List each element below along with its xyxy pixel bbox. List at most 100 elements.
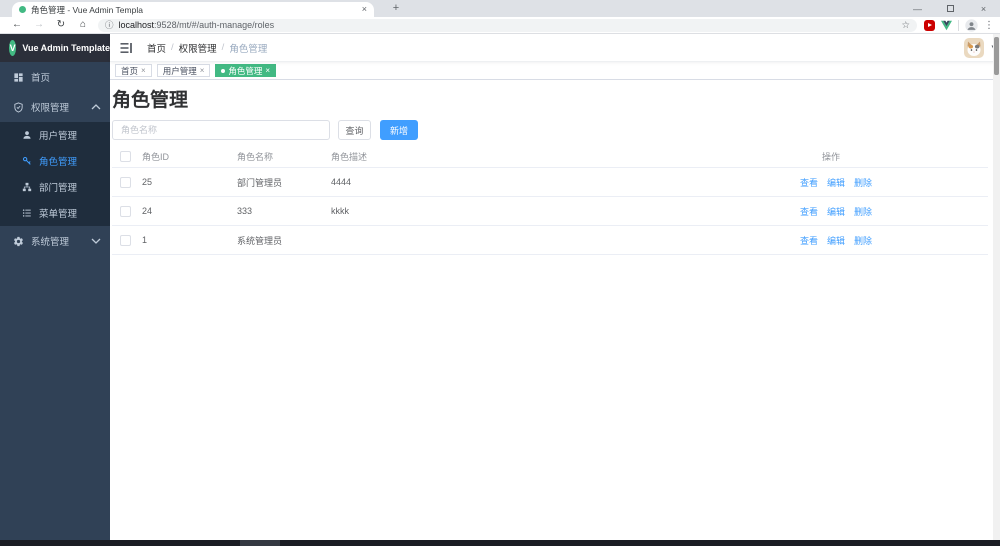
scrollbar-thumb[interactable]	[994, 37, 999, 75]
row-checkbox[interactable]	[120, 234, 131, 246]
toolbar: 查询 新增	[112, 120, 988, 140]
info-icon[interactable]: ⓘ	[105, 19, 114, 31]
sidebar-item-label: 部门管理	[39, 183, 78, 194]
breadcrumb-separator: /	[221, 42, 225, 53]
tag-home[interactable]: 首页 ×	[115, 64, 152, 77]
hamburger-button[interactable]	[120, 42, 133, 54]
cell-role-desc: kkkk	[331, 206, 349, 216]
sidebar-item-users[interactable]: 用户管理	[0, 122, 110, 148]
play-icon	[928, 23, 932, 27]
edit-link[interactable]: 编辑	[827, 176, 845, 189]
browser-tabstrip: 角色管理 - Vue Admin Templa × + — ×	[0, 0, 1000, 17]
scrollbar[interactable]	[993, 34, 1000, 540]
forward-icon[interactable]: →	[28, 20, 50, 30]
page-title: 角色管理	[112, 90, 189, 111]
cell-role-desc: 4444	[331, 177, 352, 187]
maximize-icon	[947, 5, 954, 12]
sidebar-item-roles[interactable]: 角色管理	[0, 148, 110, 174]
sidebar-submenu: 用户管理 角色管理 部门管理 菜单管理	[0, 122, 110, 226]
col-role-id: 角色ID	[142, 152, 170, 162]
browser-toolbar: ← → ↻ ⌂ ⓘ localhost :9528/mt/#/auth-mana…	[0, 17, 1000, 34]
delete-link[interactable]: 删除	[854, 176, 872, 189]
col-role-desc: 角色描述	[331, 152, 368, 162]
extension-icon-red[interactable]	[924, 19, 935, 31]
browser-tab[interactable]: 角色管理 - Vue Admin Templa ×	[12, 2, 374, 17]
shield-icon	[14, 101, 23, 113]
home-icon[interactable]: ⌂	[72, 20, 94, 30]
tag-users[interactable]: 用户管理 ×	[156, 64, 211, 77]
window-maximize-button[interactable]	[934, 0, 967, 17]
table-row: 24 333 kkkk 查看 编辑 删除	[112, 197, 988, 226]
user-icon	[23, 131, 31, 139]
tag-close-icon[interactable]: ×	[200, 66, 205, 75]
logo-letter: V	[9, 43, 16, 53]
window-close-button[interactable]: ×	[967, 0, 1000, 17]
address-bar[interactable]: ⓘ localhost :9528/mt/#/auth-manage/roles…	[98, 18, 917, 32]
main-area: 首页 / 权限管理 / 角色管理 ▾ 首页 × 用户管理 ×	[110, 34, 1000, 540]
cell-role-name: 系统管理员	[237, 235, 283, 246]
table-row: 25 部门管理员 4444 查看 编辑 删除	[112, 168, 988, 197]
page-content: 角色管理 查询 新增 角色ID 角色名称 角色描述 操作	[110, 80, 1000, 540]
col-operations: 操作	[822, 152, 841, 162]
sidebar-item-label: 首页	[31, 73, 51, 84]
favicon-icon	[19, 6, 26, 13]
new-tab-button[interactable]: +	[388, 1, 404, 16]
table-row: 1 系统管理员 查看 编辑 删除	[112, 226, 988, 255]
select-all-checkbox[interactable]	[120, 151, 131, 163]
view-link[interactable]: 查看	[800, 176, 818, 189]
role-name-input[interactable]	[112, 120, 330, 140]
tag-close-icon[interactable]: ×	[141, 66, 146, 75]
taskbar	[0, 540, 1000, 546]
user-avatar[interactable]	[964, 38, 984, 58]
edit-link[interactable]: 编辑	[827, 205, 845, 218]
cell-role-name: 333	[237, 206, 253, 216]
app: V Vue Admin Template 首页 权限管理 用户管理 角色管理 部…	[0, 34, 1000, 540]
cell-role-id: 1	[142, 235, 148, 245]
logo-icon: V	[9, 40, 17, 56]
window-controls: — ×	[901, 0, 1000, 17]
url-host: localhost	[118, 20, 155, 30]
breadcrumb-current: 角色管理	[229, 43, 268, 55]
sidebar-item-departments[interactable]: 部门管理	[0, 174, 110, 200]
breadcrumb-home[interactable]: 首页	[147, 41, 166, 55]
sidebar: V Vue Admin Template 首页 权限管理 用户管理 角色管理 部…	[0, 34, 110, 540]
breadcrumb-separator: /	[171, 42, 174, 53]
window-minimize-button[interactable]: —	[901, 0, 934, 17]
bookmark-star-icon[interactable]: ☆	[901, 20, 910, 31]
taskbar-segment	[240, 540, 280, 546]
sidebar-item-system[interactable]: 系统管理	[0, 226, 110, 256]
dashboard-icon	[14, 72, 23, 82]
breadcrumb-permission[interactable]: 权限管理	[179, 41, 217, 55]
chevron-up-icon	[91, 104, 101, 110]
key-icon	[22, 156, 31, 165]
app-navbar: 首页 / 权限管理 / 角色管理 ▾	[110, 34, 1000, 62]
delete-link[interactable]: 删除	[854, 234, 872, 247]
tag-close-icon[interactable]: ×	[265, 66, 270, 75]
back-icon[interactable]: ←	[6, 20, 28, 30]
tag-roles[interactable]: 角色管理 ×	[215, 64, 277, 77]
sidebar-item-permission[interactable]: 权限管理	[0, 92, 110, 122]
tag-label: 首页	[121, 65, 139, 76]
org-tree-icon	[22, 182, 32, 192]
delete-link[interactable]: 删除	[854, 205, 872, 218]
row-checkbox[interactable]	[120, 205, 131, 217]
sidebar-item-label: 权限管理	[31, 103, 70, 114]
cell-role-id: 24	[142, 206, 153, 216]
edit-link[interactable]: 编辑	[827, 234, 845, 247]
sidebar-item-menus[interactable]: 菜单管理	[0, 200, 110, 226]
reload-icon[interactable]: ↻	[50, 20, 72, 30]
query-button[interactable]: 查询	[338, 120, 371, 140]
view-link[interactable]: 查看	[800, 205, 818, 218]
tab-close-icon[interactable]: ×	[362, 5, 367, 14]
roles-table: 角色ID 角色名称 角色描述 操作 25 部门管理员 4444 查看 编辑 删除…	[112, 146, 988, 255]
cell-role-name: 部门管理员	[237, 177, 283, 188]
row-checkbox[interactable]	[120, 176, 131, 188]
add-button[interactable]: 新增	[380, 120, 418, 140]
sidebar-item-home[interactable]: 首页	[0, 62, 110, 92]
browser-menu-icon[interactable]: ⋮	[984, 20, 994, 31]
vue-devtools-icon[interactable]	[941, 20, 952, 31]
tag-label: 用户管理	[162, 65, 197, 76]
view-link[interactable]: 查看	[800, 234, 818, 247]
browser-profile-icon[interactable]	[965, 18, 978, 32]
gear-icon	[13, 236, 23, 246]
